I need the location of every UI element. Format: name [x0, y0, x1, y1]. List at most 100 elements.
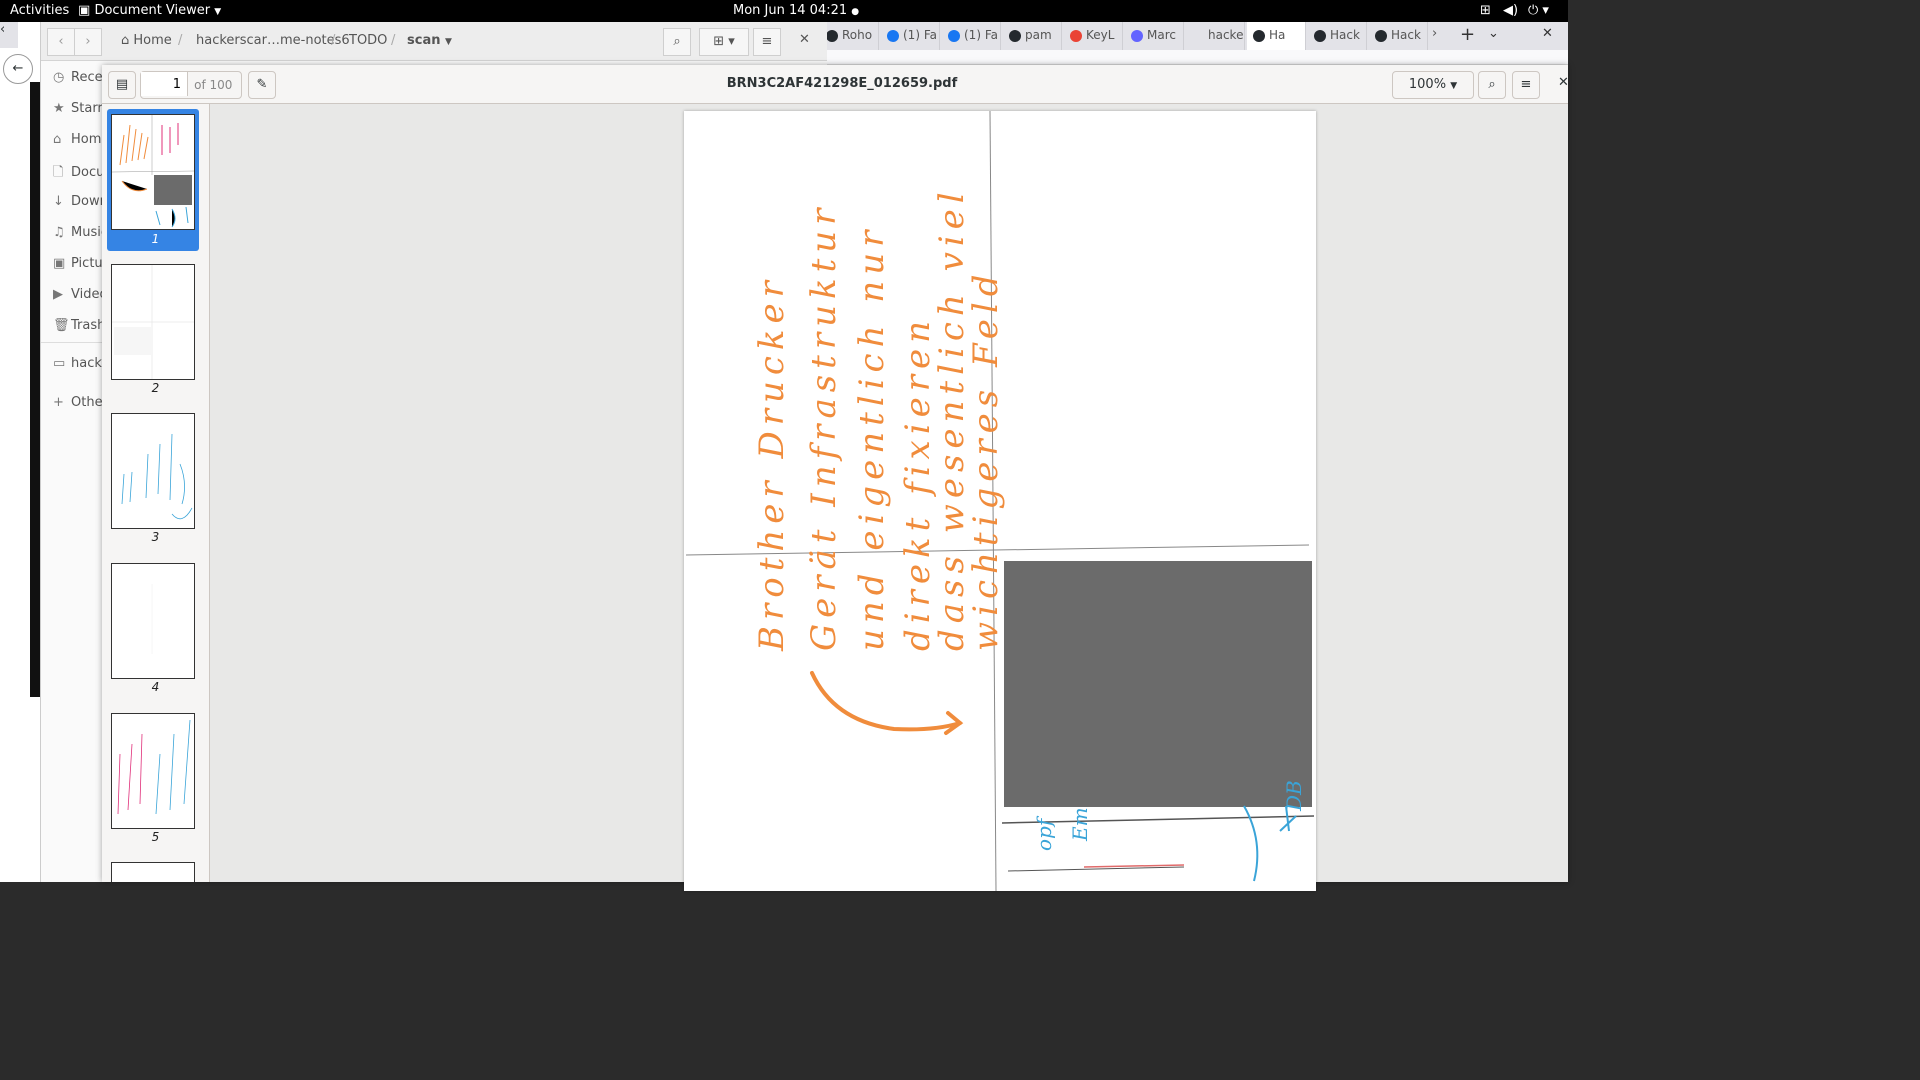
browser-tab[interactable]: (1) Fa: [881, 22, 940, 50]
chevron-down-icon: ▼: [1450, 81, 1458, 91]
browser-tab[interactable]: (1) Fa: [942, 22, 1001, 50]
breadcrumb-folder[interactable]: hackerscar…me-notes6: [196, 33, 350, 48]
zoom-value: 100%: [1408, 77, 1447, 92]
back-button[interactable]: ‹: [47, 28, 75, 56]
github-icon: [1253, 30, 1265, 42]
tab-label: Ha: [1269, 28, 1286, 42]
browser-tab[interactable]: Hack: [1308, 22, 1367, 50]
menu-button[interactable]: ≡: [753, 28, 781, 56]
thumbnail-label: 5: [151, 830, 160, 844]
breadcrumb-scan[interactable]: scan ▼: [407, 33, 452, 48]
github-icon: [826, 30, 838, 42]
facebook-icon: [887, 30, 899, 42]
mastodon-icon: [1131, 30, 1143, 42]
files-headerbar: ‹ › ⌂ Home / hackerscar…me-notes6 / TODO…: [41, 22, 827, 61]
breadcrumb-label: scan: [407, 33, 441, 48]
page-number-input[interactable]: [141, 72, 188, 96]
page-thumbnail-6[interactable]: [111, 862, 195, 882]
handwritten-line: und eigentlich nur: [852, 224, 892, 651]
browser-tab[interactable]: Ha: [1247, 22, 1306, 50]
thumbnail-sidebar: 1 2 3 4 5: [102, 104, 210, 882]
sidebar-item-icon: 🗋: [53, 165, 64, 180]
power-icon[interactable]: ⏻ ▾: [1528, 3, 1549, 18]
home-icon: ⌂: [121, 33, 130, 48]
search-button[interactable]: ⌕: [1478, 71, 1506, 99]
close-icon[interactable]: ✕: [799, 32, 810, 47]
sidebar-item-icon: ▭: [53, 356, 66, 371]
tab-label: Hack: [1330, 28, 1360, 42]
thumbnail-label: 3: [151, 530, 160, 544]
sidebar-divider: [41, 342, 103, 343]
clock[interactable]: Mon Jun 14 04:21 ●: [733, 3, 859, 18]
handwritten-fragment: DB: [1282, 780, 1306, 811]
sidebar-item-label: Trash: [71, 318, 106, 333]
document-canvas[interactable]: Brother Drucker Gerät Infrastruktur und ei…: [210, 104, 1568, 891]
back-arrow-icon[interactable]: ‹: [0, 22, 18, 48]
tab-list-icon[interactable]: ⌄: [1488, 26, 1510, 46]
new-tab-icon[interactable]: +: [1460, 24, 1482, 45]
page-thumbnail-1[interactable]: [111, 114, 195, 230]
search-button[interactable]: ⌕: [663, 28, 691, 56]
network-icon[interactable]: ⊞: [1480, 3, 1491, 18]
github-icon: [1009, 30, 1021, 42]
page-selector[interactable]: of 100: [140, 71, 242, 99]
browser-tab[interactable]: pam: [1003, 22, 1062, 50]
background-terminal: ‹ ←: [0, 22, 42, 882]
github-icon: [1375, 30, 1387, 42]
sidebar-item-icon: 🗑: [53, 318, 70, 333]
tab-label: (1) Fa: [964, 28, 998, 42]
browser-back-icon[interactable]: ←: [3, 54, 33, 84]
view-options-button[interactable]: ⊞ ▾: [699, 28, 749, 56]
chevron-down-icon: ▼: [445, 37, 452, 47]
breadcrumb-home[interactable]: ⌂ Home: [121, 33, 172, 48]
sidebar-item-icon: +: [53, 395, 64, 410]
menu-button[interactable]: ≡: [1512, 71, 1540, 99]
sidebar-item-icon: ◷: [53, 70, 65, 85]
chevron-down-icon: ▼: [214, 7, 222, 17]
browser-tab[interactable]: hackers: [1186, 22, 1245, 50]
close-window-icon[interactable]: ✕: [1542, 26, 1564, 46]
tab-label: KeyL: [1086, 28, 1115, 42]
browser-tab[interactable]: Marc: [1125, 22, 1184, 50]
tab-label: Hack: [1391, 28, 1421, 42]
thumbnail-preview: [121, 433, 193, 520]
zoom-selector[interactable]: 100% ▼: [1392, 71, 1474, 99]
close-icon[interactable]: ✕: [1558, 75, 1569, 90]
page-thumbnail-3[interactable]: [111, 413, 195, 529]
notification-dot-icon: ●: [851, 7, 860, 17]
browser-tab[interactable]: Roho: [820, 22, 879, 50]
page-thumbnail-2[interactable]: [111, 264, 195, 380]
page-thumbnail-4[interactable]: [111, 563, 195, 679]
tab-label: Marc: [1147, 28, 1176, 42]
document-title: BRN3C2AF421298E_012659.pdf: [726, 76, 958, 91]
sidebar-item-icon: ▶: [53, 287, 63, 302]
clock-label: Mon Jun 14 04:21: [733, 3, 848, 18]
breadcrumb-todo[interactable]: TODO: [349, 33, 387, 48]
browser-tab[interactable]: Hack: [1369, 22, 1428, 50]
forward-button[interactable]: ›: [74, 28, 102, 56]
breadcrumb-separator: /: [178, 33, 183, 48]
page-thumbnail-5[interactable]: [111, 713, 195, 829]
handwritten-line: Gerät Infrastruktur: [804, 202, 844, 651]
viewer-headerbar: ▤ of 100 ✎ BRN3C2AF421298E_012659.pdf 10…: [102, 65, 1569, 104]
thumbnail-preview: [151, 584, 153, 654]
sidebar-item-icon: ↓: [53, 194, 64, 209]
tab-scroll-right-icon[interactable]: ›: [1432, 26, 1454, 46]
tab-label: (1) Fa: [903, 28, 937, 42]
sidebar-toggle-button[interactable]: ▤: [108, 71, 136, 99]
github-icon: [1314, 30, 1326, 42]
browser-tab[interactable]: KeyL: [1064, 22, 1123, 50]
tab-label: Roho: [842, 28, 873, 42]
google-icon: [1070, 30, 1082, 42]
thumbnail-preview: [111, 115, 195, 228]
activities-button[interactable]: Activities: [10, 3, 69, 18]
breadcrumb-label: Home: [133, 33, 172, 48]
handwritten-line: wichtigeres Feld: [966, 268, 1006, 651]
volume-icon[interactable]: ◀): [1503, 3, 1518, 18]
thumbnail-label: 2: [151, 381, 160, 395]
annotate-button[interactable]: ✎: [248, 71, 276, 99]
thumbnail-preview: [112, 265, 194, 379]
app-menu[interactable]: ▣ Document Viewer ▼: [78, 3, 221, 18]
thumbnail-preview: [117, 719, 191, 815]
sidebar-icon: ▤: [115, 77, 129, 92]
